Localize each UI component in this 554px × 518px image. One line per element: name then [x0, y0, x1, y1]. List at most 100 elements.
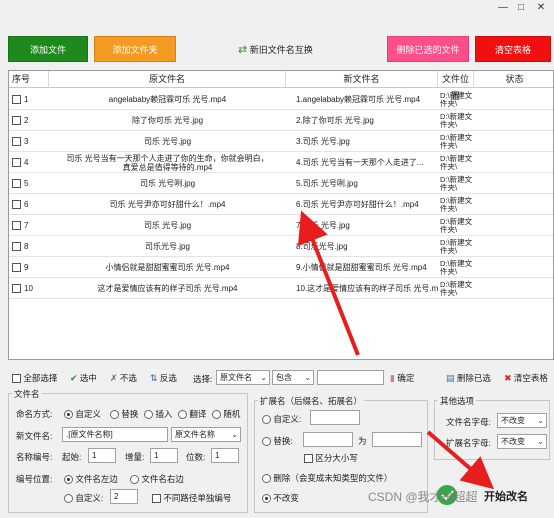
table-row[interactable]: 2 除了你可乐 光号.jpg 2.除了你可乐 光号.jpg D:\新建文件夹\ — [9, 110, 553, 131]
radio-dot[interactable] — [144, 410, 153, 420]
swap-names-button[interactable]: ⇄ 新旧文件名互换 — [238, 42, 313, 58]
row-index-cell[interactable]: 5 — [9, 173, 49, 194]
ext-as-label: 为 — [358, 436, 367, 446]
row-checkbox[interactable] — [12, 242, 21, 251]
new-name-input[interactable]: .[原文件名称] — [62, 427, 168, 442]
select-field-combo[interactable]: 原文件名 ⌄ — [216, 370, 270, 385]
ext-replace-radio[interactable]: 替换: — [262, 435, 293, 447]
table-row[interactable]: 10 这才是爱情应该有的样子司乐 光号.mp4 10.这才是爱情应该有的样子司乐 光… — [9, 278, 553, 299]
row-index-cell[interactable]: 1 — [9, 89, 49, 110]
ext-case-value: 不改变 — [501, 437, 525, 446]
header-status[interactable]: 状态 — [474, 71, 553, 88]
row-checkbox[interactable] — [12, 179, 21, 188]
radio-dot[interactable] — [130, 475, 139, 485]
select-all-checkbox[interactable]: 全部选择 — [12, 372, 57, 384]
mode-replace-radio[interactable]: 替换 — [110, 408, 138, 420]
mode-insert-radio[interactable]: 插入 — [144, 408, 172, 420]
row-index-cell[interactable]: 6 — [9, 194, 49, 215]
check-button[interactable]: ✔ 选中 — [70, 372, 97, 384]
row-checkbox[interactable] — [12, 200, 21, 209]
separate-numbering-box[interactable] — [152, 494, 161, 504]
radio-dot[interactable] — [262, 474, 271, 484]
table-row[interactable]: 6 司乐 光号尹亦可好甜什么！.mp4 6.司乐 光号尹亦可好甜什么！.mp4 D:\… — [9, 194, 553, 215]
start-input[interactable]: 1 — [88, 448, 116, 463]
row-index-cell[interactable]: 10 — [9, 278, 49, 299]
row-index-cell[interactable]: 7 — [9, 215, 49, 236]
row-checkbox[interactable] — [12, 263, 21, 272]
header-location[interactable]: 文件位置 — [438, 71, 474, 101]
select-all-box[interactable] — [12, 374, 21, 384]
select-mode-combo[interactable]: 包含 ⌄ — [272, 370, 314, 385]
new-name-combo[interactable]: 原文件名称 ⌄ — [171, 427, 241, 442]
location-cell: D:\新建文件夹\ — [440, 237, 473, 255]
close-icon[interactable]: ✕ — [534, 2, 548, 14]
row-index-cell[interactable]: 2 — [9, 110, 49, 131]
ext-replace-to-input[interactable] — [372, 432, 422, 447]
table-row[interactable]: 7 司乐 光号.jpg 7.司乐 光号.jpg D:\新建文件夹\ — [9, 215, 553, 236]
original-name-cell: 司乐 光号尹亦可好甜什么！.mp4 — [109, 200, 226, 209]
row-index-cell[interactable]: 4 — [9, 152, 49, 173]
header-new-name[interactable]: 新文件名 — [286, 71, 438, 88]
pos-custom-radio[interactable]: 自定义: — [64, 492, 103, 504]
new-name-label: 新文件名: — [16, 431, 53, 441]
clear-table-button[interactable]: 清空表格 — [475, 36, 551, 62]
row-index-cell[interactable]: 8 — [9, 236, 49, 257]
radio-dot[interactable] — [64, 475, 73, 485]
table-row[interactable]: 1 angelababy赖冠霖可乐 光号.mp4 1.angelababy赖冠霖可乐… — [9, 89, 553, 110]
row-index-cell[interactable]: 3 — [9, 131, 49, 152]
name-case-value: 不改变 — [501, 416, 525, 425]
row-checkbox[interactable] — [12, 284, 21, 293]
row-checkbox[interactable] — [12, 95, 21, 104]
row-index-cell[interactable]: 9 — [9, 257, 49, 278]
digits-input[interactable]: 1 — [211, 448, 239, 463]
row-checkbox[interactable] — [12, 137, 21, 146]
step-input[interactable]: 1 — [150, 448, 178, 463]
invert-button[interactable]: ⇅ 反选 — [150, 372, 177, 384]
ext-custom-radio[interactable]: 自定义: — [262, 413, 301, 425]
maximize-icon[interactable]: □ — [514, 2, 528, 14]
ext-case-combo[interactable]: 不改变 ⌄ — [497, 434, 547, 449]
delete-selected-files-button[interactable]: 删除已选的文件 — [387, 36, 469, 62]
radio-dot[interactable] — [262, 437, 271, 447]
radio-dot[interactable] — [64, 410, 73, 420]
ext-nochange-radio[interactable]: 不改变 — [262, 492, 299, 504]
case-sensitive-box[interactable] — [304, 454, 313, 464]
row-checkbox[interactable] — [12, 158, 21, 167]
name-case-combo[interactable]: 不改变 ⌄ — [497, 413, 547, 428]
confirm-button[interactable]: ▮ 确定 — [390, 372, 414, 384]
table-row[interactable]: 5 司乐 光号咧.jpg 5.司乐 光号咧.jpg D:\新建文件夹\ — [9, 173, 553, 194]
separate-numbering-checkbox[interactable]: 不同路径单独编号 — [152, 492, 231, 504]
table-row[interactable]: 9 小情侣就是甜甜蜜蜜司乐 光号.mp4 9.小情侣就是甜甜蜜蜜司乐 光号.mp4 D… — [9, 257, 553, 278]
radio-dot[interactable] — [262, 415, 271, 425]
ext-replace-from-input[interactable] — [303, 432, 353, 447]
table-row[interactable]: 4 司乐 光号当有一天那个人走进了你的生命，你就会明白， 真爱总是值得等待的.mp4… — [9, 152, 553, 173]
radio-dot[interactable] — [178, 410, 187, 420]
header-original-name[interactable]: 原文件名 — [49, 71, 286, 88]
radio-dot[interactable] — [212, 410, 221, 420]
radio-dot[interactable] — [110, 410, 119, 420]
row-checkbox[interactable] — [12, 116, 21, 125]
uncheck-button[interactable]: ✗ 不选 — [110, 372, 137, 384]
pos-right-radio[interactable]: 文件名右边 — [130, 473, 184, 485]
ext-custom-input[interactable] — [310, 410, 360, 425]
mode-random-radio[interactable]: 随机 — [212, 408, 240, 420]
pos-left-radio[interactable]: 文件名左边 — [64, 473, 118, 485]
add-file-button[interactable]: 添加文件 — [8, 36, 88, 62]
radio-dot[interactable] — [262, 494, 271, 504]
select-keyword-input[interactable] — [317, 370, 384, 385]
case-sensitive-checkbox[interactable]: 区分大小写 — [304, 452, 358, 464]
add-folder-button[interactable]: 添加文件夹 — [94, 36, 176, 62]
table-row[interactable]: 8 司乐光号.jpg 8.司乐光号.jpg D:\新建文件夹\ — [9, 236, 553, 257]
header-index[interactable]: 序号 — [9, 71, 49, 88]
ext-delete-radio[interactable]: 删除（会变成未知类型的文件） — [262, 472, 392, 484]
radio-dot[interactable] — [64, 494, 73, 504]
row-checkbox[interactable] — [12, 221, 21, 230]
minimize-icon[interactable]: — — [496, 2, 510, 14]
pos-custom-input[interactable]: 2 — [110, 489, 138, 504]
select-mode-value: 包含 — [276, 373, 292, 382]
clear-table-small-button[interactable]: ✖ 清空表格 — [504, 372, 548, 384]
table-row[interactable]: 3 司乐 光号.jpg 3.司乐 光号.jpg D:\新建文件夹\ — [9, 131, 553, 152]
delete-checked-button[interactable]: ▤ 删除已选 — [446, 372, 491, 384]
mode-custom-radio[interactable]: 自定义 — [64, 408, 101, 420]
mode-translate-radio[interactable]: 翻译 — [178, 408, 206, 420]
